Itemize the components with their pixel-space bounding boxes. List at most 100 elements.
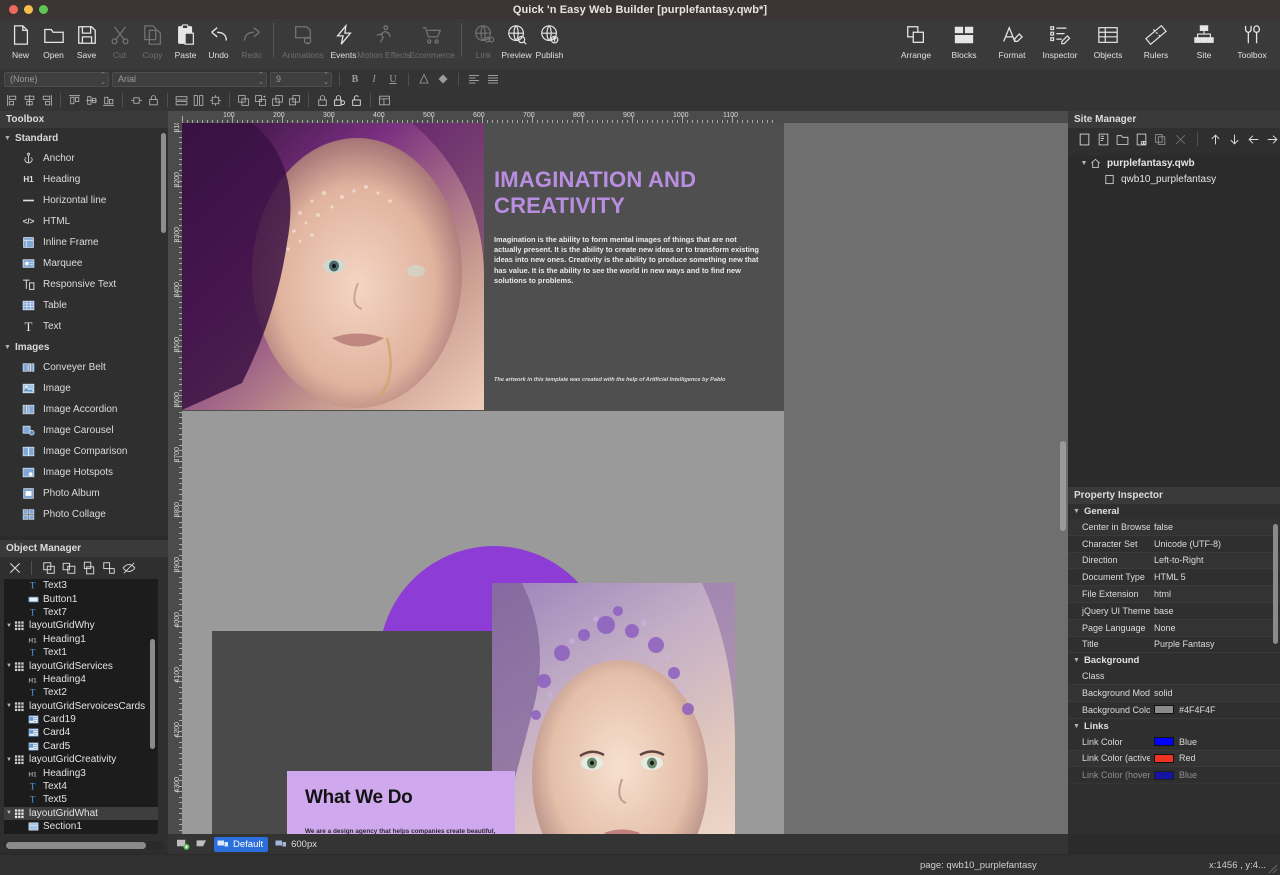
- property-row[interactable]: Background Modesolid: [1068, 685, 1280, 702]
- toolbox-item-table[interactable]: Table: [0, 295, 168, 316]
- toolbox-item-image-comparison[interactable]: Image Comparison: [0, 441, 168, 462]
- color-swatch[interactable]: [1154, 754, 1174, 763]
- page-design[interactable]: IMAGINATION AND CREATIVITY Imagination i…: [182, 123, 784, 834]
- property-row[interactable]: Background Color #4F4F4F: [1068, 702, 1280, 719]
- move-down-icon[interactable]: [1227, 131, 1241, 148]
- align-center-button[interactable]: [21, 92, 38, 109]
- align-icon[interactable]: [100, 560, 117, 577]
- move-up-icon[interactable]: [1208, 131, 1222, 148]
- tree-row[interactable]: TText7: [4, 606, 158, 619]
- toolbox-item-text[interactable]: T Text: [0, 316, 168, 337]
- object-manager-hscrollbar[interactable]: [6, 842, 146, 849]
- send-backward-button[interactable]: [269, 92, 286, 109]
- ungroup-icon[interactable]: [80, 560, 97, 577]
- property-row[interactable]: Link Color (hover) Blue: [1068, 767, 1280, 784]
- toolbox-button[interactable]: Toolbox: [1228, 19, 1276, 69]
- events-button[interactable]: Events: [327, 19, 360, 69]
- toolbox-item-photo-collage[interactable]: Photo Collage: [0, 504, 168, 525]
- property-value[interactable]: HTML 5: [1150, 572, 1280, 582]
- tree-expander[interactable]: ▼: [4, 757, 14, 763]
- tree-row[interactable]: Card19: [4, 713, 158, 726]
- property-inspector-scrollbar[interactable]: [1273, 524, 1278, 644]
- property-value-color[interactable]: Red: [1150, 753, 1280, 763]
- toolbox-item-photo-album[interactable]: Photo Album: [0, 483, 168, 504]
- what-we-do-section[interactable]: What We Do We are a design agency that h…: [182, 411, 784, 834]
- style-select[interactable]: (None) ⌃⌄: [4, 72, 109, 87]
- color-swatch[interactable]: [1154, 705, 1174, 714]
- tree-expander[interactable]: ▼: [4, 810, 14, 816]
- bring-forward-button[interactable]: [252, 92, 269, 109]
- align-top-button[interactable]: [66, 92, 83, 109]
- tree-row[interactable]: Section1: [4, 820, 158, 833]
- property-row[interactable]: File Extensionhtml: [1068, 586, 1280, 603]
- page-properties-icon[interactable]: [1096, 131, 1110, 148]
- property-row[interactable]: Class: [1068, 668, 1280, 685]
- animations-button[interactable]: Animations: [279, 19, 327, 69]
- what-we-do-card[interactable]: What We Do We are a design agency that h…: [287, 771, 515, 834]
- font-family-select[interactable]: Arial ⌃⌄: [112, 72, 267, 87]
- tree-expander[interactable]: ▼: [4, 623, 14, 629]
- new-folder-icon[interactable]: [1115, 131, 1129, 148]
- tree-row[interactable]: H1Heading1: [4, 633, 158, 646]
- toolbox-item-image-accordion[interactable]: Image Accordion: [0, 399, 168, 420]
- new-button[interactable]: New: [4, 19, 37, 69]
- link-button[interactable]: Link: [467, 19, 500, 69]
- property-row[interactable]: TitlePurple Fantasy: [1068, 637, 1280, 654]
- toolbox-item-marquee[interactable]: Marquee: [0, 253, 168, 274]
- site-manager-tree[interactable]: ▼ purplefantasy.qwb qwb10_purplefantasy: [1068, 155, 1280, 487]
- lock-settings-button[interactable]: [331, 92, 348, 109]
- property-inspector-list[interactable]: ▼ General Center in Browserfalse Charact…: [1068, 504, 1280, 834]
- property-row[interactable]: Link Color Blue: [1068, 734, 1280, 751]
- motion-effects-button[interactable]: Motion Effects: [360, 19, 408, 69]
- unlock-object-button[interactable]: [348, 92, 365, 109]
- color-swatch[interactable]: [1154, 737, 1174, 746]
- breakpoint-default[interactable]: Default: [214, 837, 268, 852]
- blocks-button[interactable]: Blocks: [940, 19, 988, 69]
- toolbox-list[interactable]: ▼ Standard Anchor H1 Heading Horizontal …: [0, 128, 168, 536]
- delete-page-icon[interactable]: [1173, 131, 1187, 148]
- property-value[interactable]: None: [1150, 623, 1280, 633]
- hide-icon[interactable]: [120, 560, 137, 577]
- tree-row[interactable]: TText3: [4, 579, 158, 592]
- breakpoint-settings-icon[interactable]: [195, 838, 210, 851]
- objects-button[interactable]: Objects: [1084, 19, 1132, 69]
- underline-button[interactable]: U: [385, 71, 401, 87]
- close-icon[interactable]: [6, 560, 23, 577]
- tree-row[interactable]: TText5: [4, 793, 158, 806]
- canvas-vertical-scrollbar[interactable]: [1060, 441, 1066, 531]
- property-group-background[interactable]: ▼ Background: [1068, 653, 1280, 668]
- publish-button[interactable]: Publish: [533, 19, 566, 69]
- tree-row[interactable]: TText1: [4, 646, 158, 659]
- property-row[interactable]: jQuery UI Themebase: [1068, 603, 1280, 620]
- arrange-button[interactable]: Arrange: [892, 19, 940, 69]
- page-link-icon[interactable]: [1135, 131, 1149, 148]
- paste-button[interactable]: Paste: [169, 19, 202, 69]
- property-value[interactable]: false: [1150, 522, 1280, 532]
- object-manager-vscrollbar[interactable]: [150, 639, 155, 749]
- property-value[interactable]: html: [1150, 589, 1280, 599]
- property-group-links[interactable]: ▼ Links: [1068, 719, 1280, 734]
- toolbox-item-image-carousel[interactable]: Image Carousel: [0, 420, 168, 441]
- format-button[interactable]: Format: [988, 19, 1036, 69]
- tree-expander[interactable]: ▼: [4, 663, 14, 669]
- toolbox-item-image-hotspots[interactable]: Image Hotspots: [0, 462, 168, 483]
- property-row[interactable]: Link Color (active) Red: [1068, 751, 1280, 768]
- tree-row[interactable]: TText2: [4, 686, 158, 699]
- portrait-photo-2[interactable]: [492, 583, 735, 834]
- move-right-icon[interactable]: [1266, 131, 1280, 148]
- property-value-color[interactable]: #4F4F4F: [1150, 705, 1280, 715]
- toolbox-item-html[interactable]: </> HTML: [0, 211, 168, 232]
- tree-row[interactable]: ▼layoutGridWhy: [4, 619, 158, 632]
- italic-button[interactable]: I: [366, 71, 382, 87]
- toolbox-scrollbar[interactable]: [161, 133, 166, 233]
- duplicate-icon[interactable]: [40, 560, 57, 577]
- align-justify-button[interactable]: [485, 71, 501, 87]
- fit-size-button[interactable]: [207, 92, 224, 109]
- inspector-button[interactable]: Inspector: [1036, 19, 1084, 69]
- hero-section[interactable]: IMAGINATION AND CREATIVITY Imagination i…: [182, 123, 784, 410]
- fill-color-button[interactable]: [435, 71, 451, 87]
- tree-row[interactable]: ▼layoutGridServices: [4, 659, 158, 672]
- property-value-color[interactable]: Blue: [1150, 737, 1280, 747]
- open-button[interactable]: Open: [37, 19, 70, 69]
- toolbox-item-responsive-text[interactable]: Responsive Text: [0, 274, 168, 295]
